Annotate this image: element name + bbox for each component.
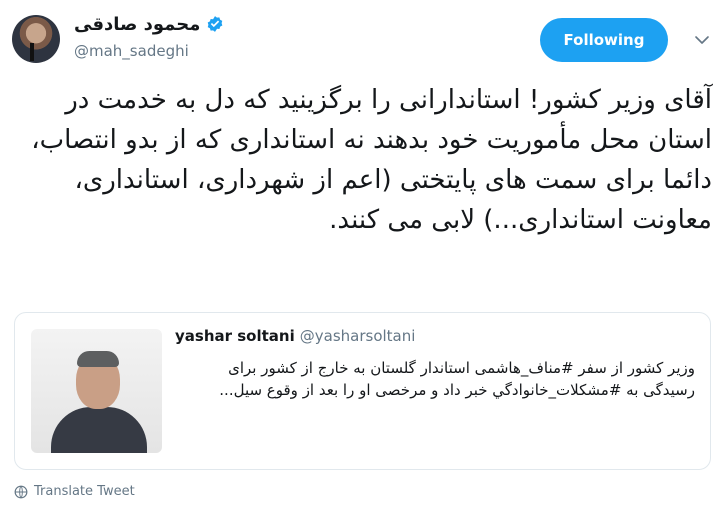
quoted-tweet-card[interactable]: yashar soltani @yasharsoltani وزیر کشور … xyxy=(14,312,711,470)
following-button[interactable]: Following xyxy=(540,18,668,62)
author-display-name[interactable]: محمود صادقی xyxy=(74,14,200,35)
chevron-down-icon[interactable] xyxy=(693,31,711,49)
author-name-row[interactable]: محمود صادقی xyxy=(74,11,224,37)
author-handle[interactable]: @mah_sadeghi xyxy=(74,42,189,60)
quoted-author-name: yashar soltani xyxy=(175,327,295,345)
quoted-tweet-header: yashar soltani @yasharsoltani xyxy=(175,327,415,345)
translate-tweet-link[interactable]: Translate Tweet xyxy=(14,484,135,499)
quoted-tweet-image xyxy=(31,329,162,453)
verified-badge-icon xyxy=(208,16,223,32)
tweet-text: آقای وزیر کشور! استاندارانی را برگزینید … xyxy=(31,85,712,235)
author-avatar[interactable] xyxy=(12,15,60,63)
quoted-author-handle: @yasharsoltani xyxy=(299,327,416,345)
quoted-tweet-text: وزیر کشور از سفر #مناف_هاشمی استاندار گل… xyxy=(219,359,695,399)
globe-icon xyxy=(14,485,28,498)
translate-tweet-label[interactable]: Translate Tweet xyxy=(34,484,135,499)
